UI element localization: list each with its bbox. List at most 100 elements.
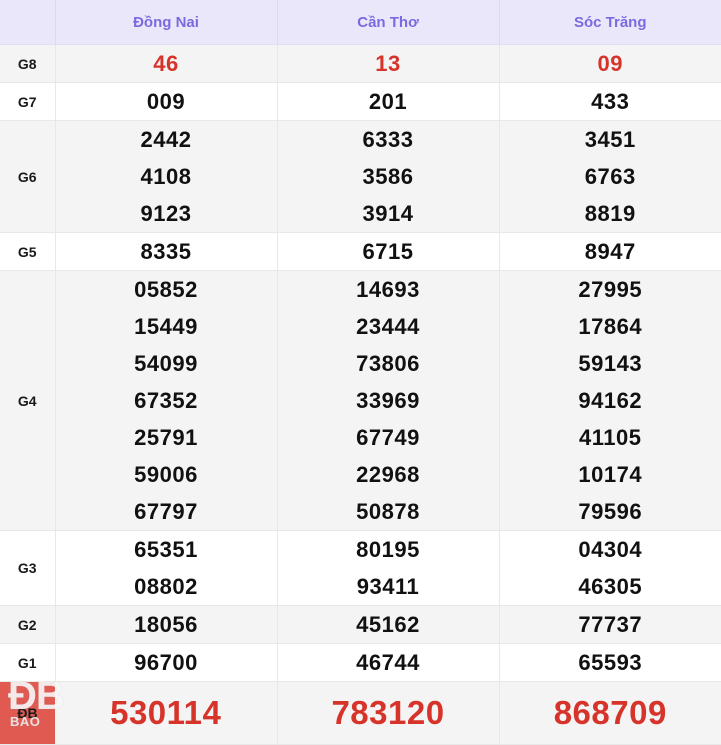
header-row: Đồng Nai Cần Thơ Sóc Trăng [0, 0, 721, 45]
column-header-province-2: Cần Thơ [277, 0, 499, 45]
prize-value-cell: 65593 [499, 644, 721, 682]
table-row: G1967004674465593 [0, 644, 721, 682]
prize-number-stack: 633335863914 [278, 121, 499, 232]
table-row: G8461309 [0, 45, 721, 83]
prize-number-stack: 0430446305 [500, 531, 721, 605]
prize-value-cell: 783120 [277, 682, 499, 745]
prize-number: 67797 [134, 493, 198, 530]
prize-value-cell: 201 [277, 83, 499, 121]
prize-label-g8: G8 [0, 45, 55, 83]
prize-value-cell: 05852154495409967352257915900667797 [55, 271, 277, 531]
prize-value-cell: 868709 [499, 682, 721, 745]
prize-value-cell: 77737 [499, 606, 721, 644]
prize-value-cell: 6715 [277, 233, 499, 271]
prize-value-cell: 46 [55, 45, 277, 83]
column-header-province-3: Sóc Trăng [499, 0, 721, 45]
column-header-province-1: Đồng Nai [55, 0, 277, 45]
prize-number: 3914 [363, 195, 414, 232]
prize-label-g4: G4 [0, 271, 55, 531]
prize-value-cell: 13 [277, 45, 499, 83]
prize-number: 6763 [585, 158, 636, 195]
prize-label-g6: G6 [0, 121, 55, 233]
prize-number: 65351 [134, 531, 198, 568]
prize-number: 27995 [578, 271, 642, 308]
header-corner-cell [0, 0, 55, 45]
prize-label-g1: G1 [0, 644, 55, 682]
table-row: G405852154495409967352257915900667797146… [0, 271, 721, 531]
prize-number: 45162 [278, 606, 499, 643]
prize-number: 46 [56, 45, 277, 82]
prize-number-stack: 14693234447380633969677492296850878 [278, 271, 499, 530]
prize-number: 15449 [134, 308, 198, 345]
prize-number: 201 [278, 83, 499, 120]
prize-number: 80195 [356, 531, 420, 568]
prize-number-stack: 345167638819 [500, 121, 721, 232]
table-body: G8461309G7009201433G62442410891236333358… [0, 45, 721, 745]
prize-number: 65593 [500, 644, 721, 681]
prize-value-cell: 8019593411 [277, 531, 499, 606]
prize-number: 04304 [578, 531, 642, 568]
prize-label-g7: G7 [0, 83, 55, 121]
prize-number: 9123 [141, 195, 192, 232]
prize-value-cell: 96700 [55, 644, 277, 682]
prize-number: 96700 [56, 644, 277, 681]
prize-value-cell: 27995178645914394162411051017479596 [499, 271, 721, 531]
prize-number: 94162 [578, 382, 642, 419]
prize-number: 08802 [134, 568, 198, 605]
prize-number: 59143 [578, 345, 642, 382]
prize-value-cell: 46744 [277, 644, 499, 682]
prize-number-stack: 8019593411 [278, 531, 499, 605]
prize-number: 77737 [500, 606, 721, 643]
prize-number: 433 [500, 83, 721, 120]
prize-number: 17864 [578, 308, 642, 345]
prize-label-đb: ĐB [0, 682, 55, 745]
table-row: G2180564516277737 [0, 606, 721, 644]
prize-number: 41105 [579, 419, 641, 456]
prize-number: 46744 [278, 644, 499, 681]
prize-value-cell: 8947 [499, 233, 721, 271]
prize-number: 73806 [356, 345, 420, 382]
prize-number: 09 [500, 45, 721, 82]
prize-number: 530114 [55, 682, 277, 744]
prize-value-cell: 45162 [277, 606, 499, 644]
prize-number-stack: 6535108802 [56, 531, 277, 605]
prize-value-cell: 8335 [55, 233, 277, 271]
prize-number-stack: 05852154495409967352257915900667797 [56, 271, 277, 530]
prize-label-g2: G2 [0, 606, 55, 644]
prize-number-stack: 244241089123 [56, 121, 277, 232]
prize-label-g3: G3 [0, 531, 55, 606]
table-row: G7009201433 [0, 83, 721, 121]
prize-value-cell: 009 [55, 83, 277, 121]
prize-number: 54099 [134, 345, 198, 382]
prize-number: 79596 [578, 493, 642, 530]
prize-value-cell: 14693234447380633969677492296850878 [277, 271, 499, 531]
lottery-results-table: Đồng Nai Cần Thơ Sóc Trăng G8461309G7009… [0, 0, 721, 745]
prize-value-cell: 09 [499, 45, 721, 83]
prize-number: 6715 [278, 233, 499, 270]
table-row-special: ĐB530114783120868709 [0, 682, 721, 745]
table-row: G5833567158947 [0, 233, 721, 271]
prize-number: 6333 [363, 121, 414, 158]
prize-number: 67749 [356, 419, 420, 456]
prize-number: 93411 [357, 568, 419, 605]
prize-number: 868709 [500, 682, 721, 744]
prize-number: 33969 [356, 382, 420, 419]
prize-number: 3451 [585, 121, 636, 158]
table-header: Đồng Nai Cần Thơ Sóc Trăng [0, 0, 721, 45]
prize-value-cell: 530114 [55, 682, 277, 745]
prize-number: 3586 [363, 158, 414, 195]
prize-value-cell: 433 [499, 83, 721, 121]
prize-number: 13 [278, 45, 499, 82]
prize-number: 14693 [356, 271, 420, 308]
prize-number-stack: 27995178645914394162411051017479596 [500, 271, 721, 530]
prize-number: 8947 [500, 233, 721, 270]
prize-number: 22968 [356, 456, 420, 493]
prize-number: 8819 [585, 195, 636, 232]
prize-value-cell: 0430446305 [499, 531, 721, 606]
prize-number: 009 [56, 83, 277, 120]
prize-number: 05852 [134, 271, 198, 308]
prize-number: 46305 [578, 568, 642, 605]
prize-number: 67352 [134, 382, 198, 419]
prize-number: 783120 [278, 682, 499, 744]
prize-number: 59006 [134, 456, 198, 493]
